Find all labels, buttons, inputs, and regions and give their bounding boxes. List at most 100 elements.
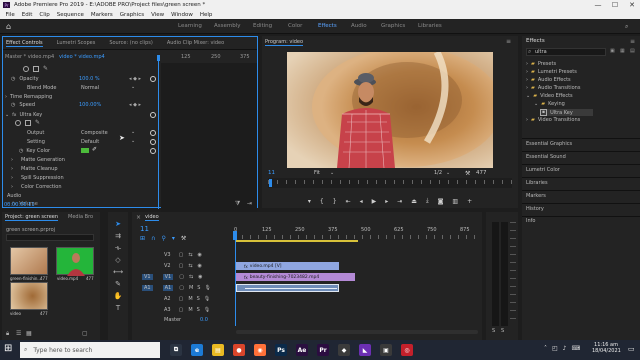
panel-markers[interactable]: Markers: [526, 193, 546, 199]
track-v3-eye-icon[interactable]: ◉: [198, 252, 202, 258]
maximize-button[interactable]: ☐: [607, 0, 623, 10]
work-area-bar[interactable]: [236, 240, 358, 242]
workspace-assembly[interactable]: Assembly: [214, 23, 241, 29]
menu-clip[interactable]: Clip: [36, 12, 53, 18]
lock-icon[interactable]: 🔒︎: [6, 330, 9, 338]
track-v2-eye-icon[interactable]: ◉: [198, 263, 202, 269]
track-a1-mute-button[interactable]: M: [189, 285, 193, 291]
step-back-icon[interactable]: ◂: [360, 198, 363, 205]
master-track-value[interactable]: 0.0: [200, 317, 208, 323]
panel-essential-graphics[interactable]: Essential Graphics: [526, 141, 572, 147]
eyedropper-icon[interactable]: ✐: [92, 146, 97, 153]
key-color-swatch[interactable]: [81, 148, 89, 153]
tab-sequence-video[interactable]: video: [145, 214, 159, 221]
uk-pen-mask-icon[interactable]: ✎: [35, 119, 40, 126]
panel-lumetri-color[interactable]: Lumetri Color: [526, 167, 560, 173]
project-thumb-2[interactable]: [56, 247, 94, 276]
tab-source[interactable]: Source: (no clips): [109, 40, 152, 46]
tab-audio-clip-mixer[interactable]: Audio Clip Mixer: video: [167, 40, 224, 46]
photoshop-icon[interactable]: Ps: [275, 344, 287, 356]
new-item-icon[interactable]: ▢: [82, 330, 88, 337]
matte-cleanup-chevron-icon[interactable]: ›: [11, 166, 13, 172]
panel-info[interactable]: Info: [526, 218, 535, 224]
edge-icon[interactable]: e: [191, 344, 203, 356]
menu-markers[interactable]: Markers: [87, 12, 116, 18]
ec-timecode[interactable]: 00:00:00:11: [4, 202, 35, 208]
track-a2-mic-icon[interactable]: 🎙︎: [204, 296, 210, 302]
taskbar-search-box[interactable]: ⌕ Type here to search: [20, 342, 160, 358]
add-marker-icon[interactable]: ▾: [308, 198, 311, 205]
panel-essential-sound[interactable]: Essential Sound: [526, 154, 566, 160]
filter-icon[interactable]: ⧩: [235, 200, 240, 208]
fit-select[interactable]: Fit: [314, 170, 320, 176]
chrome-icon[interactable]: ●: [233, 344, 245, 356]
workspace-learning[interactable]: Learning: [178, 23, 202, 29]
fit-chevron-icon[interactable]: ⌄: [330, 170, 334, 176]
track-v2-sync-icon[interactable]: ⇆: [188, 263, 192, 269]
step-forward-icon[interactable]: ▸: [385, 198, 388, 205]
32bit-filter-icon[interactable]: ▦: [620, 48, 625, 54]
firefox-icon[interactable]: ◉: [254, 344, 266, 356]
timeline-playhead-handle[interactable]: [233, 231, 237, 240]
uk-ellipse-mask-icon[interactable]: [15, 120, 21, 126]
tab-project[interactable]: Project: green screen: [5, 214, 59, 221]
chevron-right-icon[interactable]: ›: [5, 94, 7, 100]
timeline-ruler[interactable]: 0 125 250 375 500 625 750 875: [234, 227, 478, 239]
selection-tool-icon[interactable]: ➤: [114, 220, 122, 228]
tree-keying-chevron-icon[interactable]: ⌄: [534, 101, 538, 107]
tree-presets[interactable]: › ▰ Presets: [526, 61, 556, 67]
tree-lumetri-presets[interactable]: › ▰ Lumetri Presets: [526, 69, 577, 75]
track-select-tool-icon[interactable]: ⇉: [114, 232, 122, 240]
matte-generation-row[interactable]: › Matte Generation: [11, 156, 65, 164]
ellipse-mask-icon[interactable]: [23, 66, 29, 72]
matte-cleanup-row[interactable]: › Matte Cleanup: [11, 165, 58, 173]
tree-ultra-key[interactable]: ▪ Ultra Key: [540, 109, 593, 116]
type-tool-icon[interactable]: T: [114, 304, 122, 312]
track-v1-eye-icon[interactable]: ◉: [198, 274, 202, 280]
reset-key-color-icon[interactable]: [150, 148, 156, 154]
speed-value[interactable]: 100.00%: [79, 101, 101, 109]
linked-selection-icon[interactable]: ⚲: [161, 235, 165, 242]
speed-stopwatch-icon[interactable]: ◷: [11, 102, 15, 108]
timeline-timecode[interactable]: 11: [140, 225, 149, 233]
accelerated-filter-icon[interactable]: ▣: [610, 48, 615, 54]
effects-search-input[interactable]: ultra: [526, 48, 606, 56]
track-a2-header[interactable]: A2 ▢ M S 🎙︎: [138, 294, 234, 304]
track-a2-lock-icon[interactable]: ▢: [179, 296, 184, 302]
yuv-filter-icon[interactable]: ▤: [630, 48, 635, 54]
menu-help[interactable]: Help: [196, 12, 216, 18]
spill-suppression-row[interactable]: › Spill Suppression: [11, 174, 64, 182]
settings-wrench-icon[interactable]: ⚒: [465, 170, 470, 177]
spill-suppression-chevron-icon[interactable]: ›: [11, 175, 13, 181]
track-a3-lock-icon[interactable]: ▢: [179, 307, 184, 313]
ripple-edit-tool-icon[interactable]: ⟛: [114, 244, 122, 252]
setting-select[interactable]: Default: [81, 138, 99, 146]
project-search-input[interactable]: [6, 234, 94, 241]
clip-beauty-finishing-v1[interactable]: fx beauty-finishing-7023482.mp4: [236, 273, 355, 281]
source-patch-v1[interactable]: V1: [142, 274, 153, 280]
track-a3-mic-icon[interactable]: 🎙︎: [204, 307, 210, 313]
extract-icon[interactable]: ⤓: [426, 197, 429, 205]
task-view-icon[interactable]: ⧉: [170, 344, 182, 356]
project-thumb-1[interactable]: [10, 247, 48, 275]
solo-right-button[interactable]: S: [501, 328, 504, 334]
pen-tool-icon[interactable]: ✎: [114, 280, 122, 288]
output-select[interactable]: Composite: [81, 129, 108, 137]
menu-edit[interactable]: Edit: [18, 12, 36, 18]
nest-icon[interactable]: ⊞: [140, 235, 145, 242]
tree-audio-effects[interactable]: › ▰ Audio Effects: [526, 77, 571, 83]
close-button[interactable]: ✕: [624, 0, 640, 10]
add-marker-timeline-icon[interactable]: ▾: [172, 235, 175, 242]
tree-video-transitions[interactable]: › ▰ Video Transitions: [526, 117, 580, 123]
tree-video-transitions-chevron-icon[interactable]: ›: [526, 117, 528, 123]
tree-audio-transitions[interactable]: › ▰ Audio Transitions: [526, 85, 580, 91]
video-preview[interactable]: [287, 52, 493, 168]
tree-lumetri-chevron-icon[interactable]: ›: [526, 69, 528, 75]
track-a1-lock-icon[interactable]: ▢: [179, 285, 184, 291]
track-v1-lock-icon[interactable]: ▢: [179, 274, 184, 280]
explorer-icon[interactable]: ▤: [212, 344, 224, 356]
track-v3-header[interactable]: V3 ▢ ⇆ ◉: [138, 250, 234, 260]
sequence-clip-label[interactable]: video * video.mp4: [59, 53, 105, 61]
home-icon[interactable]: ⌂: [6, 22, 11, 31]
timeline-settings-icon[interactable]: ⚒: [181, 235, 186, 242]
